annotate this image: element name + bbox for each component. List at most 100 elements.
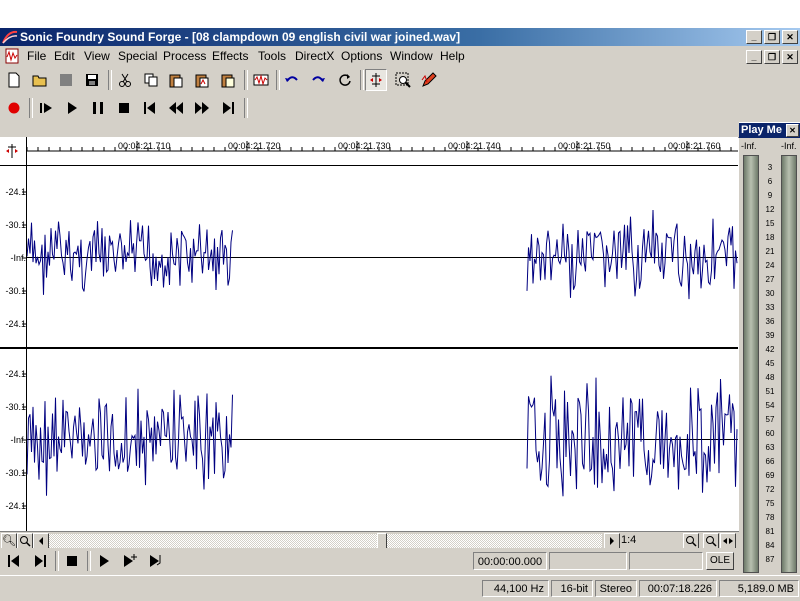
- play-plus-icon: [124, 554, 137, 567]
- menu-directx[interactable]: DirectX: [295, 49, 334, 63]
- horizontal-scroll-track[interactable]: [49, 534, 602, 548]
- play-looped-button[interactable]: [145, 550, 167, 572]
- minimize-button[interactable]: _: [746, 30, 762, 44]
- menu-special[interactable]: Special: [118, 49, 157, 63]
- menu-effects[interactable]: Effects: [212, 49, 248, 63]
- toolbar-separator: [108, 70, 112, 90]
- crossfade-button[interactable]: [217, 69, 239, 91]
- status-sample-rate[interactable]: 44,100 Hz: [482, 580, 549, 597]
- go-to-end-icon: [223, 102, 234, 114]
- status-bit-depth[interactable]: 16-bit: [551, 580, 593, 597]
- repeat-circle-arrow-icon: [339, 74, 351, 86]
- doc-restore-button[interactable]: ❐: [764, 50, 780, 64]
- scroll-left-button[interactable]: [33, 533, 49, 549]
- meter-scale-label: 12: [765, 205, 775, 214]
- redo-button[interactable]: [307, 69, 329, 91]
- meter-scale-label: 51: [765, 387, 775, 396]
- go-to-start-button[interactable]: [139, 97, 161, 119]
- menu-process[interactable]: Process: [163, 49, 206, 63]
- time-ruler[interactable]: 00:04:21.710 00:04:21.720 00:04:21.730 0…: [0, 137, 738, 166]
- sound-forge-app-icon[interactable]: [2, 29, 18, 45]
- zoom-out-button[interactable]: 🔍︎: [1, 533, 17, 549]
- scissors-icon: [119, 73, 131, 87]
- record-button[interactable]: [3, 97, 25, 119]
- toolbar-separator: [360, 70, 364, 90]
- play-icon: [100, 555, 109, 567]
- menu-file[interactable]: File: [27, 49, 46, 63]
- save-button[interactable]: [81, 69, 103, 91]
- zoom-ratio-out-button[interactable]: [683, 533, 699, 549]
- meter-scale-label: 57: [765, 415, 775, 424]
- stop-icon: [119, 103, 129, 113]
- go-to-end-small-button[interactable]: [29, 550, 51, 572]
- meter-scale-label: 48: [765, 373, 775, 382]
- mix-button[interactable]: [191, 69, 213, 91]
- meter-scale-label: 60: [765, 429, 775, 438]
- forward-button[interactable]: [191, 97, 213, 119]
- pause-button[interactable]: [87, 97, 109, 119]
- rewind-icon: [169, 102, 183, 114]
- doc-minimize-button[interactable]: _: [746, 50, 762, 64]
- pencil-tool-button[interactable]: [418, 69, 440, 91]
- toolbar-separator: [276, 70, 280, 90]
- rewind-button[interactable]: [165, 97, 187, 119]
- open-button[interactable]: [29, 69, 51, 91]
- status-channels[interactable]: Stereo: [595, 580, 637, 597]
- undo-button[interactable]: [281, 69, 303, 91]
- stop-small-button[interactable]: [61, 550, 83, 572]
- restore-button[interactable]: ❐: [764, 30, 780, 44]
- zoom-ratio-in-button[interactable]: [703, 533, 719, 549]
- paste-button[interactable]: [165, 69, 187, 91]
- doc-close-button[interactable]: ✕: [782, 50, 798, 64]
- meter-scale-label: 6: [767, 177, 773, 186]
- go-to-start-small-button[interactable]: [3, 550, 25, 572]
- menu-edit[interactable]: Edit: [54, 49, 75, 63]
- trim-crop-button[interactable]: [250, 69, 272, 91]
- play-meter-close-button[interactable]: ✕: [786, 124, 799, 137]
- data-window-frame: [0, 122, 739, 138]
- cut-button[interactable]: [114, 69, 136, 91]
- toolbar-separator: [87, 551, 91, 571]
- zoom-spin-button[interactable]: [720, 533, 736, 549]
- data-window-transport: 00:00:00.000 OLE: [0, 548, 739, 575]
- meter-right-peak: -Inf.: [781, 141, 797, 151]
- play-icon: [68, 102, 77, 114]
- zoom-in-button[interactable]: [17, 533, 33, 549]
- transport-toolbar: [0, 94, 800, 122]
- play-plus-button[interactable]: [119, 550, 141, 572]
- copy-button[interactable]: [140, 69, 162, 91]
- waveform-display[interactable]: -24.1 -30.1 -Inf. -30.1 -24.1 -24.1 -30.…: [0, 166, 738, 531]
- meter-scale-label: 36: [765, 317, 775, 326]
- play-all-button[interactable]: [35, 97, 57, 119]
- menu-view[interactable]: View: [84, 49, 110, 63]
- play-normal-button[interactable]: [93, 550, 115, 572]
- edit-tool-button[interactable]: [365, 69, 387, 91]
- meter-scale-label: 39: [765, 331, 775, 340]
- scroll-right-button[interactable]: [604, 533, 620, 549]
- repeat-button[interactable]: [334, 69, 356, 91]
- magnifier-icon: [706, 536, 717, 547]
- menu-window[interactable]: Window: [390, 49, 433, 63]
- play-meter-title: Play Me: [741, 124, 782, 136]
- toolbar-separator: [244, 98, 248, 118]
- ruler-marker-icon[interactable]: [4, 143, 20, 159]
- play-button[interactable]: [61, 97, 83, 119]
- close-file-button[interactable]: [55, 69, 77, 91]
- stop-button[interactable]: [113, 97, 135, 119]
- document-icon[interactable]: [4, 48, 20, 64]
- magnify-tool-button[interactable]: [392, 69, 414, 91]
- new-file-icon: [8, 72, 20, 88]
- horizontal-scroll-thumb[interactable]: [377, 533, 387, 549]
- ruler-label: 00:04:21.750: [558, 141, 611, 151]
- menu-help[interactable]: Help: [440, 49, 465, 63]
- copy-icon: [144, 73, 158, 87]
- toolbar-separator: [29, 98, 33, 118]
- go-to-end-button[interactable]: [217, 97, 239, 119]
- ruler-label: 00:04:21.710: [118, 141, 171, 151]
- new-button[interactable]: [3, 69, 25, 91]
- ole-button[interactable]: OLE: [706, 552, 734, 570]
- crossfade-clipboard-icon: [221, 74, 235, 88]
- menu-tools[interactable]: Tools: [258, 49, 286, 63]
- menu-options[interactable]: Options: [341, 49, 382, 63]
- close-button[interactable]: ✕: [782, 30, 798, 44]
